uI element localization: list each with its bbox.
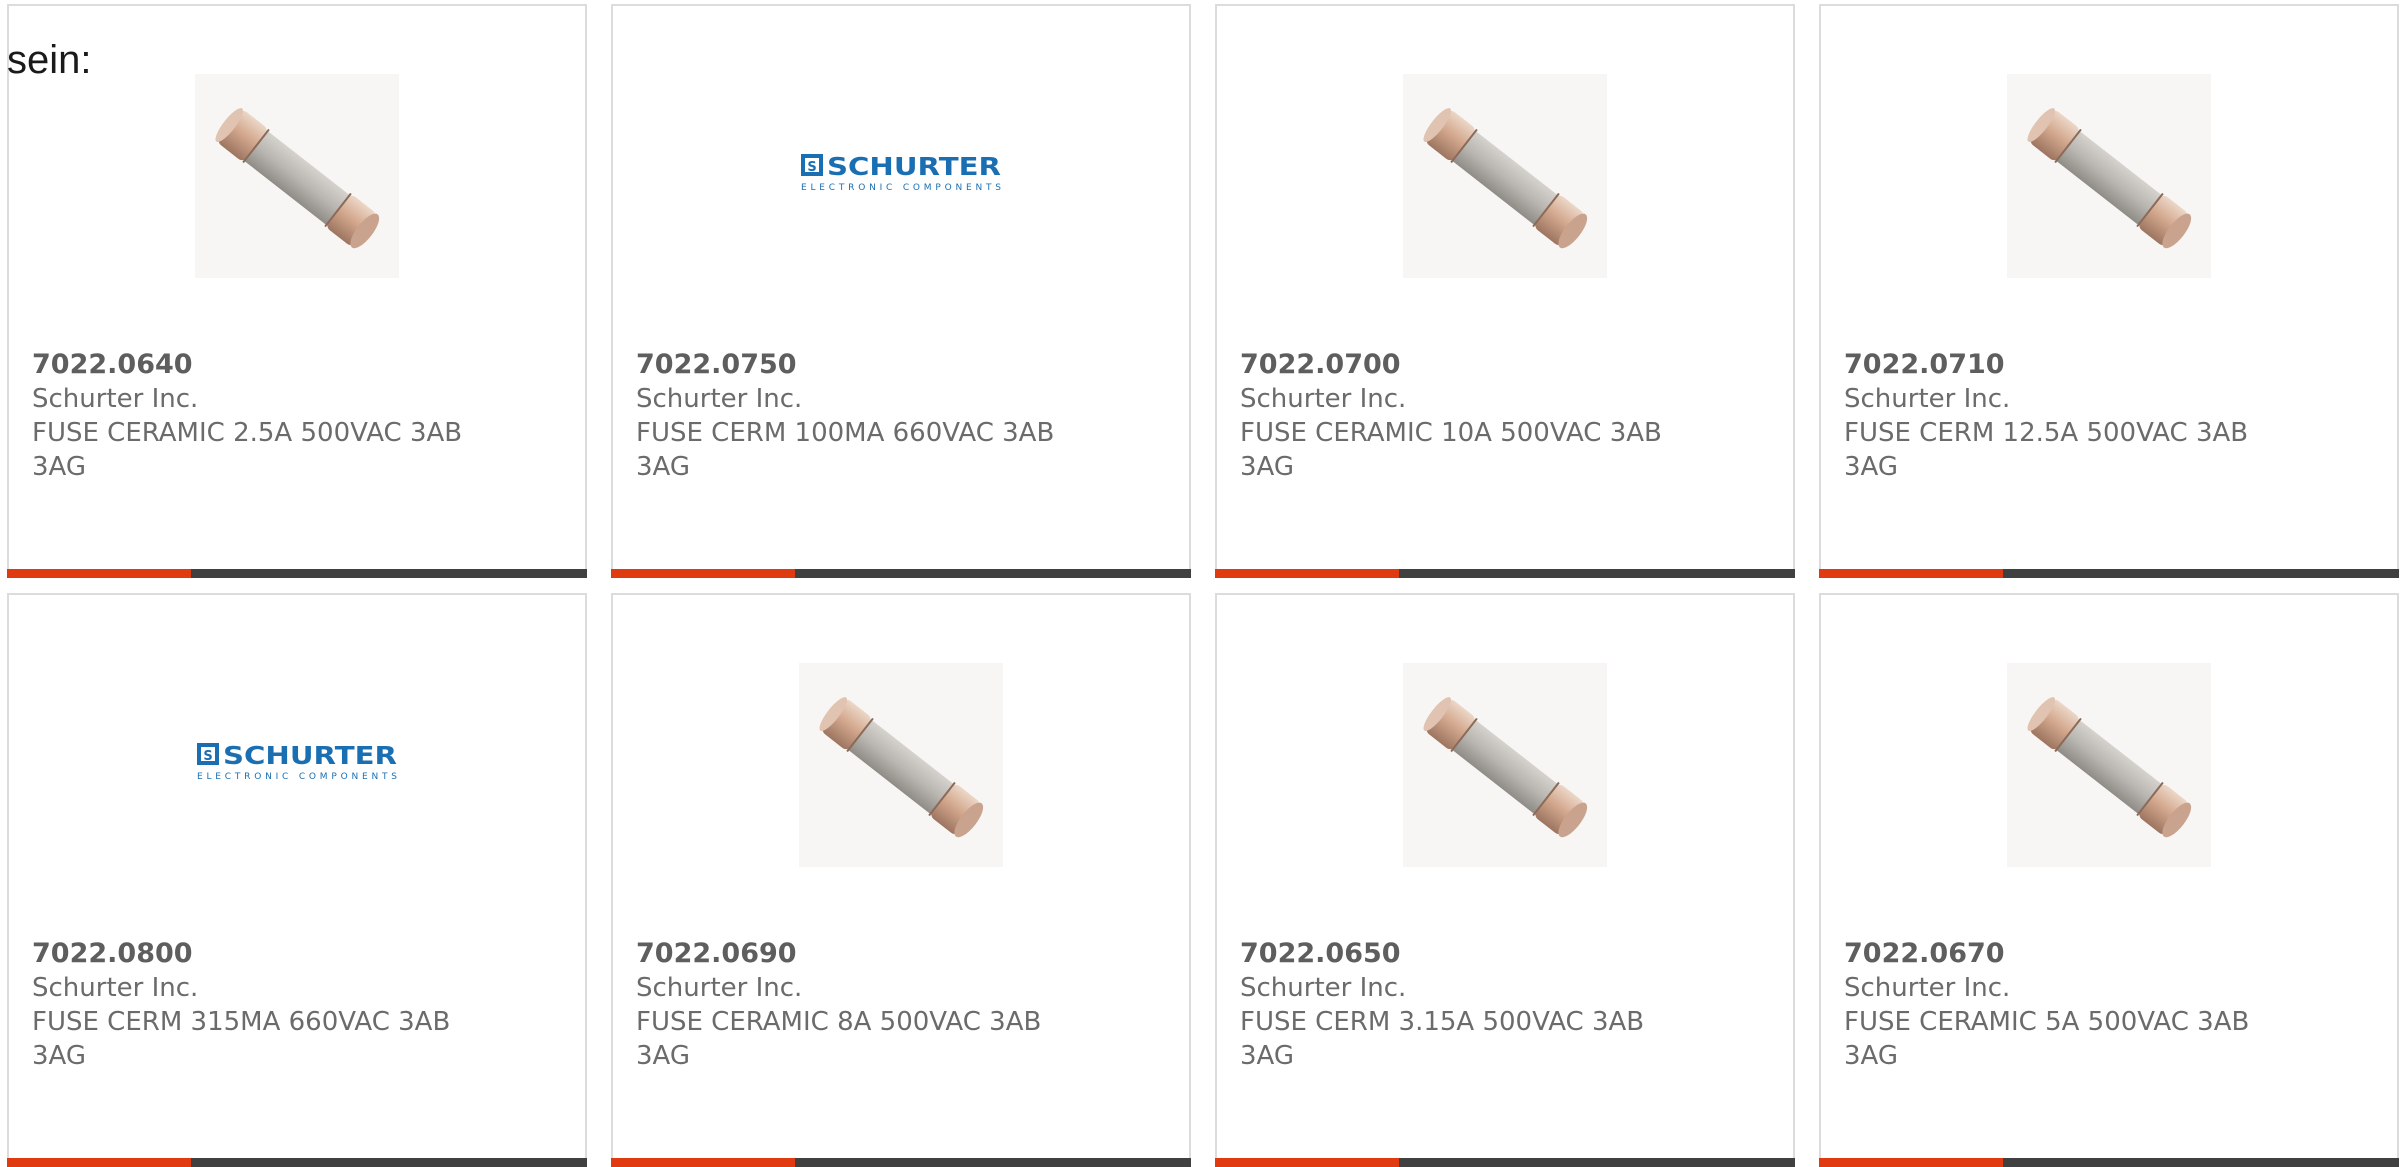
product-info: 7022.0650 Schurter Inc. FUSE CERM 3.15A 50… — [1240, 937, 1680, 1073]
product-card[interactable]: 7022.0670 Schurter Inc. FUSE CERAMIC 5A 50… — [1819, 593, 2399, 1167]
schurter-logo-icon: S SCHURTER ELECTRONIC COMPONENTS — [197, 741, 397, 782]
card-footer-bar — [1215, 1158, 1795, 1167]
product-image[interactable] — [195, 74, 399, 278]
product-image[interactable] — [1403, 74, 1607, 278]
product-card[interactable]: 7022.0640 Schurter Inc. FUSE CERAMIC 2.5A … — [7, 4, 587, 578]
product-description: FUSE CERAMIC 10A 500VAC 3AB 3AG — [1240, 418, 1662, 482]
svg-text:ELECTRONIC COMPONENTS: ELECTRONIC COMPONENTS — [801, 183, 1001, 193]
card-footer-bar — [1819, 569, 2399, 578]
manufacturer: Schurter Inc. — [32, 384, 199, 414]
product-info: 7022.0750 Schurter Inc. FUSE CERM 100MA 66… — [636, 348, 1076, 484]
part-number[interactable]: 7022.0670 — [1844, 937, 2284, 971]
manufacturer: Schurter Inc. — [1240, 973, 1407, 1003]
product-image[interactable] — [2007, 663, 2211, 867]
product-description: FUSE CERM 315MA 660VAC 3AB 3AG — [32, 1007, 451, 1071]
product-grid: 7022.0640 Schurter Inc. FUSE CERAMIC 2.5A … — [7, 4, 2399, 1167]
product-info: 7022.0640 Schurter Inc. FUSE CERAMIC 2.5A … — [32, 348, 472, 484]
part-number[interactable]: 7022.0700 — [1240, 348, 1680, 382]
manufacturer: Schurter Inc. — [1844, 384, 2011, 414]
card-footer-accent — [611, 1158, 795, 1167]
svg-text:ELECTRONIC COMPONENTS: ELECTRONIC COMPONENTS — [197, 772, 397, 782]
card-footer-bar — [1215, 569, 1795, 578]
product-info: 7022.0800 Schurter Inc. FUSE CERM 315MA 66… — [32, 937, 472, 1073]
product-description: FUSE CERM 12.5A 500VAC 3AB 3AG — [1844, 418, 2249, 482]
schurter-logo-icon: S SCHURTER ELECTRONIC COMPONENTS — [801, 152, 1001, 193]
product-image[interactable]: S SCHURTER ELECTRONIC COMPONENTS — [195, 663, 399, 867]
product-card[interactable]: 7022.0710 Schurter Inc. FUSE CERM 12.5A 50… — [1819, 4, 2399, 578]
fuse-icon — [2027, 697, 2192, 838]
part-number[interactable]: 7022.0650 — [1240, 937, 1680, 971]
manufacturer: Schurter Inc. — [1844, 973, 2011, 1003]
intro-text: sein: — [7, 38, 92, 82]
fuse-icon — [215, 108, 380, 249]
product-card[interactable]: 7022.0690 Schurter Inc. FUSE CERAMIC 8A 50… — [611, 593, 1191, 1167]
product-description: FUSE CERM 100MA 660VAC 3AB 3AG — [636, 418, 1055, 482]
manufacturer: Schurter Inc. — [1240, 384, 1407, 414]
product-description: FUSE CERAMIC 2.5A 500VAC 3AB 3AG — [32, 418, 463, 482]
product-image[interactable] — [2007, 74, 2211, 278]
card-footer-accent — [7, 1158, 191, 1167]
part-number[interactable]: 7022.0640 — [32, 348, 472, 382]
card-footer-accent — [611, 569, 795, 578]
product-info: 7022.0670 Schurter Inc. FUSE CERAMIC 5A 50… — [1844, 937, 2284, 1073]
card-footer-accent — [1819, 569, 2003, 578]
product-info: 7022.0700 Schurter Inc. FUSE CERAMIC 10A 5… — [1240, 348, 1680, 484]
product-image[interactable] — [799, 663, 1003, 867]
card-footer-accent — [7, 569, 191, 578]
svg-text:SCHURTER: SCHURTER — [827, 152, 1001, 181]
manufacturer: Schurter Inc. — [636, 384, 803, 414]
fuse-icon — [1423, 108, 1588, 249]
product-info: 7022.0710 Schurter Inc. FUSE CERM 12.5A 50… — [1844, 348, 2284, 484]
svg-text:S: S — [807, 160, 816, 175]
fuse-icon — [2027, 108, 2192, 249]
part-number[interactable]: 7022.0800 — [32, 937, 472, 971]
manufacturer: Schurter Inc. — [32, 973, 199, 1003]
card-footer-accent — [1819, 1158, 2003, 1167]
card-footer-accent — [1215, 1158, 1399, 1167]
card-footer-bar — [611, 1158, 1191, 1167]
part-number[interactable]: 7022.0710 — [1844, 348, 2284, 382]
product-description: FUSE CERM 3.15A 500VAC 3AB 3AG — [1240, 1007, 1645, 1071]
product-image[interactable] — [1403, 663, 1607, 867]
product-card[interactable]: S SCHURTER ELECTRONIC COMPONENTS 7022.0800 S… — [7, 593, 587, 1167]
product-card[interactable]: S SCHURTER ELECTRONIC COMPONENTS 7022.0750 S… — [611, 4, 1191, 578]
part-number[interactable]: 7022.0690 — [636, 937, 1076, 971]
product-description: FUSE CERAMIC 8A 500VAC 3AB 3AG — [636, 1007, 1042, 1071]
card-footer-bar — [611, 569, 1191, 578]
card-footer-bar — [7, 1158, 587, 1167]
card-footer-bar — [1819, 1158, 2399, 1167]
fuse-icon — [1423, 697, 1588, 838]
svg-text:S: S — [203, 749, 212, 764]
manufacturer: Schurter Inc. — [636, 973, 803, 1003]
product-info: 7022.0690 Schurter Inc. FUSE CERAMIC 8A 50… — [636, 937, 1076, 1073]
product-card[interactable]: 7022.0700 Schurter Inc. FUSE CERAMIC 10A 5… — [1215, 4, 1795, 578]
product-description: FUSE CERAMIC 5A 500VAC 3AB 3AG — [1844, 1007, 2250, 1071]
svg-text:SCHURTER: SCHURTER — [223, 741, 397, 770]
product-image[interactable]: S SCHURTER ELECTRONIC COMPONENTS — [799, 74, 1003, 278]
card-footer-bar — [7, 569, 587, 578]
fuse-icon — [819, 697, 984, 838]
product-card[interactable]: 7022.0650 Schurter Inc. FUSE CERM 3.15A 50… — [1215, 593, 1795, 1167]
card-footer-accent — [1215, 569, 1399, 578]
part-number[interactable]: 7022.0750 — [636, 348, 1076, 382]
